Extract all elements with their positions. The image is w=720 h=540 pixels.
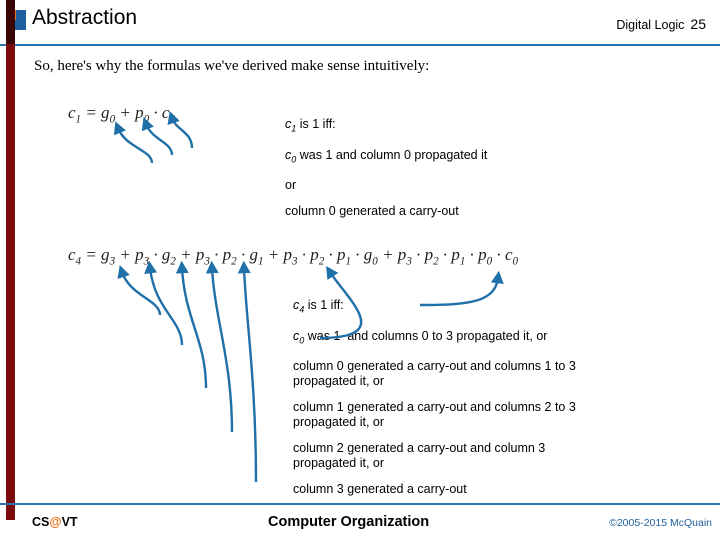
footer-divider: [0, 503, 720, 505]
explanation-c1-line-3: column 0 generated a carry-out: [285, 204, 459, 218]
arrow-c1-c: [167, 111, 194, 149]
explanation-c1-line-0: c1 is 1 iff:: [285, 117, 336, 134]
header-course-info: Digital Logic 25: [616, 16, 706, 32]
slide-header: Abstraction Digital Logic 25: [0, 0, 720, 46]
page-title: Abstraction: [32, 6, 138, 29]
explanation-c4-line-3: column 1 generated a carry-out and colum…: [293, 400, 576, 429]
explanation-c4-line-2: column 0 generated a carry-out and colum…: [293, 359, 576, 388]
explanation-c1-line-1: c0 was 1 and column 0 propagated it: [285, 147, 488, 165]
formula-c1: c1 = g0 + p0 · c0: [68, 103, 175, 126]
footer-course-title: Computer Organization: [268, 514, 430, 530]
arrow-c4-a: [117, 265, 162, 316]
arrow-c1-a: [113, 121, 154, 164]
explanation-c4-line-5: column 3 generated a carry-out: [293, 482, 467, 496]
arrow-c1-b: [141, 117, 174, 156]
explanation-c4: c4 is 1 iff: c0 was 1 and columns 0 to 3…: [293, 298, 663, 508]
footer-org: CS@VT: [32, 515, 78, 529]
formula-c4: c4 = g3 + p3 · g2 + p3 · p2 · g1 + p3 · …: [68, 245, 519, 268]
arrow-c4-b: [144, 260, 184, 346]
left-accent-bar: [6, 0, 15, 520]
explanation-c4-line-1: c0 was 1 and columns 0 to 3 propagated i…: [293, 328, 548, 346]
header-page-number: 25: [690, 16, 706, 32]
arrow-c4-c: [175, 260, 208, 389]
intro-text: So, here's why the formulas we've derive…: [34, 58, 430, 74]
arrow-c4-d: [205, 260, 234, 433]
header-divider: [0, 44, 720, 46]
explanation-c1: c1 is 1 iff: c0 was 1 and column 0 propa…: [285, 117, 615, 230]
explanation-c4-line-4: column 2 generated a carry-out and colum…: [293, 441, 546, 470]
arrow-c4-e: [237, 260, 258, 483]
explanation-c4-line-0: c4 is 1 iff:: [293, 298, 344, 315]
explanation-c1-line-2: or: [285, 178, 297, 192]
left-accent-bar-top: [6, 0, 15, 44]
footer-copyright: ©2005-2015 McQuain: [609, 517, 712, 529]
header-course-label: Digital Logic: [616, 18, 685, 32]
